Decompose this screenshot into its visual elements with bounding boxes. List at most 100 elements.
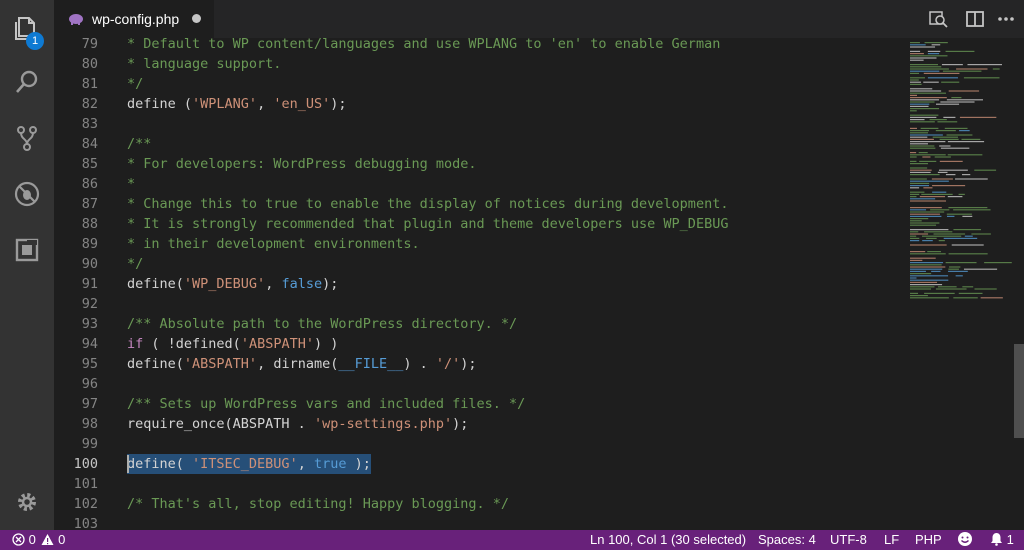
- minimap-line: [910, 132, 928, 134]
- error-icon: [12, 533, 25, 546]
- code-token: /**: [127, 136, 152, 152]
- code-line[interactable]: 103: [54, 514, 904, 530]
- minimap-line: [910, 79, 919, 81]
- line-number: 86: [81, 176, 98, 192]
- minimap-line: [923, 81, 939, 83]
- minimap-line: [910, 284, 943, 286]
- code-token: 'ABSPATH': [240, 336, 314, 352]
- cursor-position[interactable]: Ln 100, Col 1 (30 selected): [590, 530, 746, 550]
- code-line[interactable]: 79 * Default to WP content/languages and …: [54, 38, 904, 54]
- code-line[interactable]: 102 /* That's all, stop editing! Happy bl…: [54, 494, 904, 514]
- line-number: 81: [81, 76, 98, 92]
- code-line[interactable]: 98 require_once(ABSPATH . 'wp-settings.ph…: [54, 414, 904, 434]
- feedback-button[interactable]: [957, 530, 973, 550]
- minimap-line: [910, 167, 928, 169]
- minimap-line: [910, 160, 917, 162]
- encoding[interactable]: UTF-8: [830, 530, 867, 550]
- code-line[interactable]: 97 /** Sets up WordPress vars and include…: [54, 394, 904, 414]
- minimap-line: [980, 297, 1003, 299]
- more-actions-icon[interactable]: [996, 9, 1016, 29]
- minimap-line: [921, 235, 962, 237]
- minimap-line: [910, 121, 935, 123]
- minimap-line: [910, 50, 921, 52]
- minimap[interactable]: [904, 38, 1014, 530]
- code-line[interactable]: 96: [54, 374, 904, 394]
- code-line[interactable]: 91 define('WP_DEBUG', false);: [54, 274, 904, 294]
- problems-indicator[interactable]: 0 0: [12, 530, 65, 550]
- code-line[interactable]: 93 /** Absolute path to the WordPress dir…: [54, 314, 904, 334]
- code-line[interactable]: 89 * in their development environments.: [54, 234, 904, 254]
- minimap-line: [910, 81, 921, 83]
- minimap-line: [910, 68, 949, 70]
- extensions-button[interactable]: [0, 226, 54, 274]
- unsaved-dot-icon[interactable]: [192, 14, 201, 23]
- code-text: define('ABSPATH', dirname(__FILE__) . '/…: [127, 354, 477, 374]
- tab-wp-config[interactable]: wp-config.php: [54, 0, 214, 38]
- indentation[interactable]: Spaces: 4: [758, 530, 816, 550]
- minimap-line: [922, 240, 933, 242]
- code-line[interactable]: 82 define ('WPLANG', 'en_US');: [54, 94, 904, 114]
- minimap-line: [910, 279, 949, 281]
- code-line[interactable]: 87 * Change this to true to enable the di…: [54, 194, 904, 214]
- minimap-line: [947, 154, 983, 156]
- php-elephant-icon: [69, 14, 83, 25]
- scrollbar-thumb[interactable]: [1014, 344, 1024, 438]
- open-changes-icon[interactable]: [928, 9, 948, 29]
- minimap-line: [943, 237, 978, 239]
- debug-button[interactable]: [0, 170, 54, 218]
- code-token: __FILE__: [338, 356, 404, 372]
- search-icon: [16, 70, 38, 93]
- code-line[interactable]: 84 /**: [54, 134, 904, 154]
- source-control-button[interactable]: [0, 114, 54, 162]
- minimap-line: [948, 90, 980, 92]
- code-line[interactable]: 81 */: [54, 74, 904, 94]
- split-editor-icon[interactable]: [965, 9, 985, 29]
- code-text: */: [127, 74, 143, 94]
- code-line[interactable]: 86 *: [54, 174, 904, 194]
- code-line[interactable]: 85 * For developers: WordPress debugging …: [54, 154, 904, 174]
- end-of-line[interactable]: LF: [884, 530, 899, 550]
- minimap-line: [910, 163, 928, 165]
- code-line[interactable]: 90 */: [54, 254, 904, 274]
- search-button[interactable]: [0, 58, 54, 106]
- code-line[interactable]: 83: [54, 114, 904, 134]
- code-line[interactable]: 101: [54, 474, 904, 494]
- code-text: * It is strongly recommended that plugin…: [127, 214, 728, 234]
- minimap-line: [949, 266, 961, 268]
- minimap-line: [940, 147, 970, 149]
- minimap-line: [910, 97, 947, 99]
- tab-title: wp-config.php: [92, 11, 180, 27]
- code-line[interactable]: 95 define('ABSPATH', dirname(__FILE__) . …: [54, 354, 904, 374]
- code-line[interactable]: 92: [54, 294, 904, 314]
- code-token: * Default to WP content/languages and us…: [127, 38, 721, 52]
- settings-button[interactable]: [0, 478, 54, 526]
- minimap-line: [948, 253, 988, 255]
- extensions-icon: [15, 238, 39, 262]
- code-token: define(: [127, 356, 184, 372]
- line-number: 91: [81, 276, 98, 292]
- minimap-line: [910, 273, 932, 275]
- code-line[interactable]: 88 * It is strongly recommended that plug…: [54, 214, 904, 234]
- code-editor[interactable]: 79 * Default to WP content/languages and …: [54, 38, 904, 530]
- language-mode[interactable]: PHP: [915, 530, 942, 550]
- code-line[interactable]: 100 define( 'ITSEC_DEBUG', true );: [54, 454, 904, 474]
- code-line[interactable]: 80 * language support.: [54, 54, 904, 74]
- code-text: /** Absolute path to the WordPress direc…: [127, 314, 517, 334]
- minimap-line: [967, 64, 1002, 66]
- minimap-line: [922, 156, 931, 158]
- minimap-line: [910, 46, 936, 48]
- minimap-line: [910, 147, 936, 149]
- minimap-line: [961, 174, 971, 176]
- explorer-button[interactable]: 1: [0, 4, 54, 52]
- minimap-line: [992, 68, 1000, 70]
- minimap-line: [910, 235, 917, 237]
- minimap-line: [910, 251, 926, 253]
- vertical-scrollbar[interactable]: [1014, 38, 1024, 530]
- activity-bar: 1: [0, 0, 54, 530]
- code-line[interactable]: 94 if ( !defined('ABSPATH') ): [54, 334, 904, 354]
- code-text: define('WP_DEBUG', false);: [127, 274, 338, 294]
- notifications-button[interactable]: 1: [990, 530, 1014, 550]
- line-number: 97: [81, 396, 98, 412]
- code-line[interactable]: 99: [54, 434, 904, 454]
- minimap-line: [910, 266, 946, 268]
